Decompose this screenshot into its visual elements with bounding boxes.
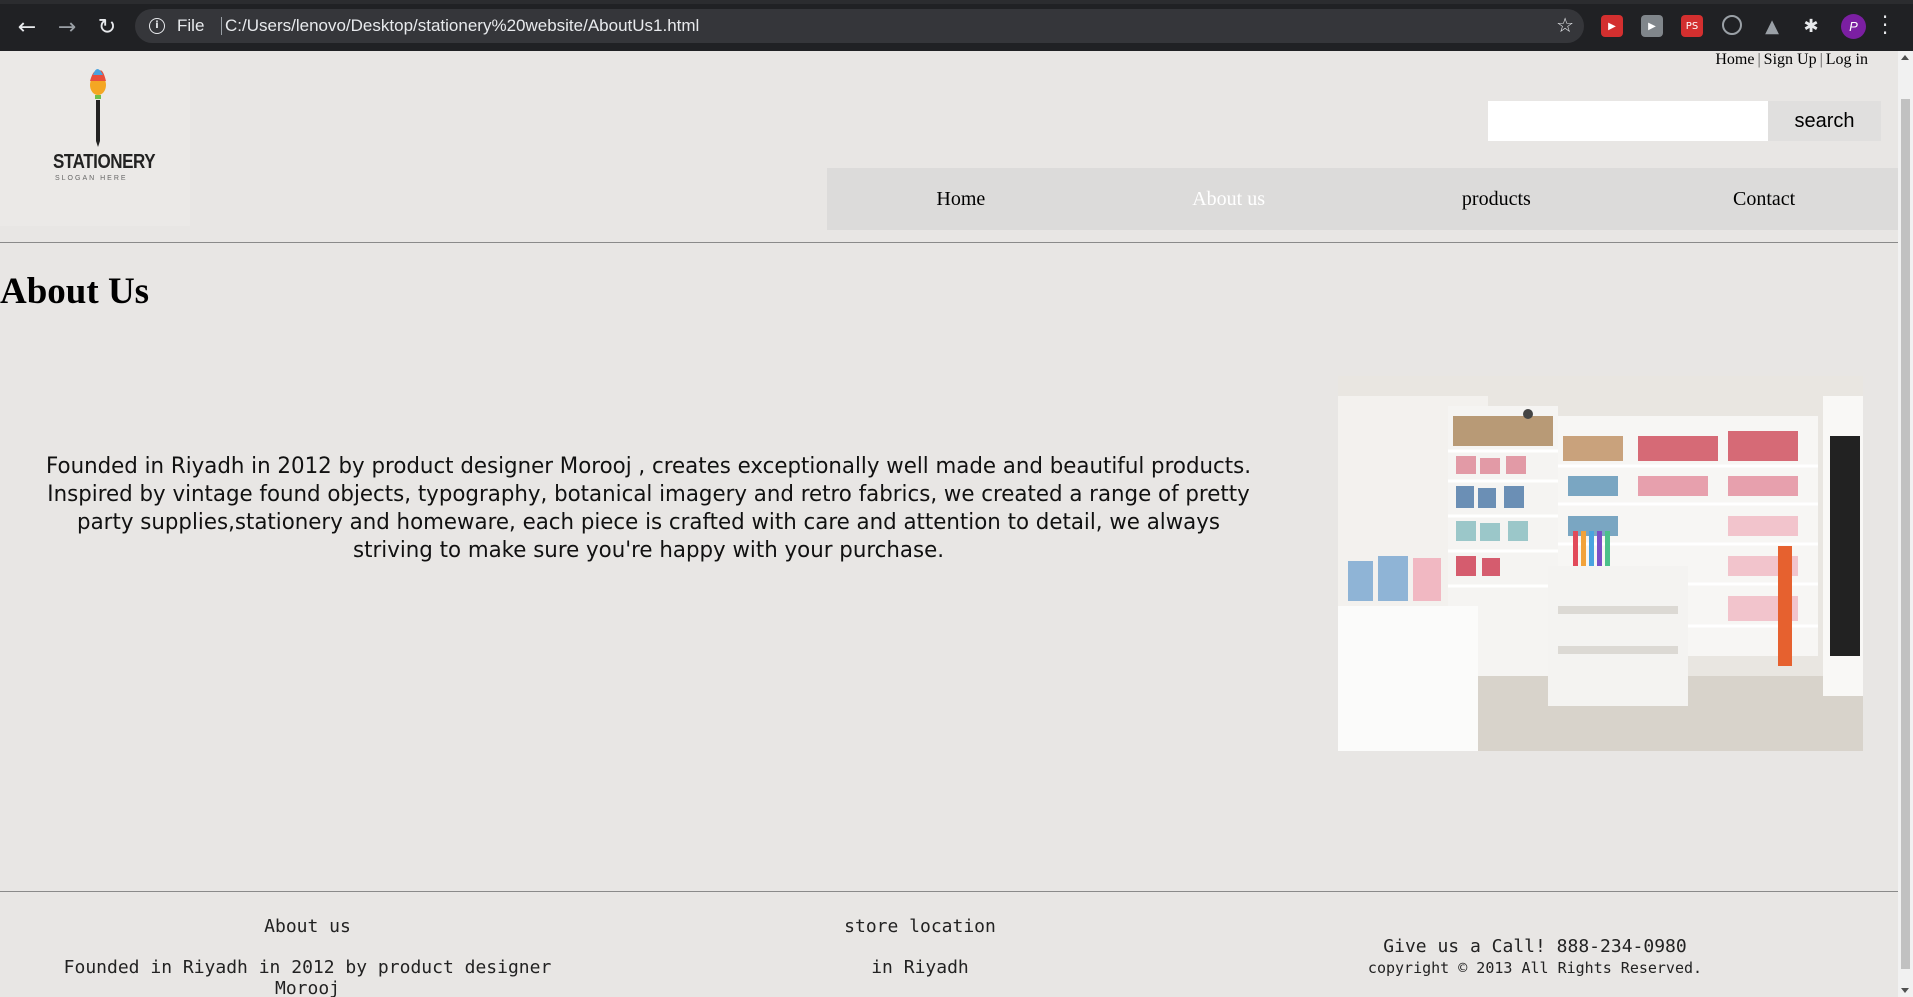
main-navigation: Home About us products Contact: [827, 168, 1898, 230]
site-logo[interactable]: STATIONERY SLOGAN HERE: [0, 51, 190, 226]
footer-about: About us Founded in Riyadh in 2012 by pr…: [40, 916, 575, 997]
drive-icon[interactable]: ▲: [1761, 15, 1783, 37]
reload-icon[interactable]: ↻: [92, 12, 122, 42]
logo-name: STATIONERY: [53, 151, 156, 173]
footer-contact: Give us a Call! 888-234-0980 copyright ©…: [1340, 936, 1730, 977]
top-link-home[interactable]: Home: [1715, 51, 1754, 68]
browser-menu-icon[interactable]: · · ·: [1880, 7, 1890, 43]
footer-location-heading: store location: [844, 916, 996, 937]
url-text[interactable]: C:/Users/lenovo/Desktop/stationery%20web…: [225, 16, 699, 36]
page-viewport: Home | Sign Up | Log in STATIONERY SLOGAN HE…: [0, 51, 1898, 997]
search-input[interactable]: [1488, 101, 1768, 141]
ps-extension-icon[interactable]: PS: [1681, 15, 1703, 37]
site-info-icon[interactable]: i: [149, 18, 165, 34]
top-link-separator: |: [1757, 51, 1761, 68]
youtube-icon[interactable]: ▶: [1601, 15, 1623, 37]
tab-strip-edge: [0, 0, 1913, 4]
header-divider: [0, 242, 1898, 243]
back-arrow-icon[interactable]: ←: [12, 12, 42, 42]
scroll-up-arrow-icon[interactable]: [1901, 55, 1909, 60]
logo-slogan: SLOGAN HERE: [55, 175, 128, 182]
nav-item-products[interactable]: products: [1363, 168, 1631, 230]
address-bar[interactable]: i File C:/Users/lenovo/Desktop/stationer…: [135, 9, 1584, 43]
video-icon[interactable]: ▶: [1641, 15, 1663, 37]
profile-avatar[interactable]: P: [1841, 14, 1866, 39]
top-link-login[interactable]: Log in: [1826, 51, 1868, 68]
footer-location: store location in Riyadh: [780, 916, 1060, 978]
nav-item-about-us[interactable]: About us: [1095, 168, 1363, 230]
speed-icon[interactable]: [1722, 15, 1742, 35]
page-title: About Us: [0, 271, 150, 312]
scrollbar-thumb[interactable]: [1901, 99, 1910, 969]
browser-toolbar: ← → ↻ i File C:/Users/lenovo/Desktop/sta…: [0, 0, 1913, 51]
file-scheme-label: File: [177, 16, 205, 35]
address-separator: [221, 17, 222, 35]
top-link-signup[interactable]: Sign Up: [1764, 51, 1817, 68]
search-button[interactable]: search: [1768, 101, 1881, 141]
about-paragraph: Founded in Riyadh in 2012 by product des…: [46, 454, 1252, 563]
bookmark-star-icon[interactable]: ☆: [1556, 13, 1574, 37]
pencil-bulb-icon: [90, 69, 106, 147]
top-links: Home | Sign Up | Log in: [1715, 51, 1868, 69]
footer-location-text: in Riyadh: [871, 957, 969, 978]
vertical-scrollbar[interactable]: [1898, 51, 1913, 997]
footer-about-heading: About us: [264, 916, 351, 937]
top-link-separator: |: [1819, 51, 1823, 68]
forward-arrow-icon[interactable]: →: [52, 12, 82, 42]
scroll-down-arrow-icon[interactable]: [1901, 988, 1909, 993]
puzzle-icon[interactable]: ✱: [1800, 15, 1822, 37]
store-interior-photo: [1338, 376, 1863, 751]
nav-item-home[interactable]: Home: [827, 168, 1095, 230]
footer-about-text: Founded in Riyadh in 2012 by product des…: [63, 957, 552, 997]
footer-divider: [0, 891, 1898, 892]
nav-item-contact[interactable]: Contact: [1630, 168, 1898, 230]
footer-call-text: Give us a Call! 888-234-0980: [1383, 936, 1687, 957]
footer-copyright: copyright © 2013 All Rights Reserved.: [1367, 959, 1703, 977]
